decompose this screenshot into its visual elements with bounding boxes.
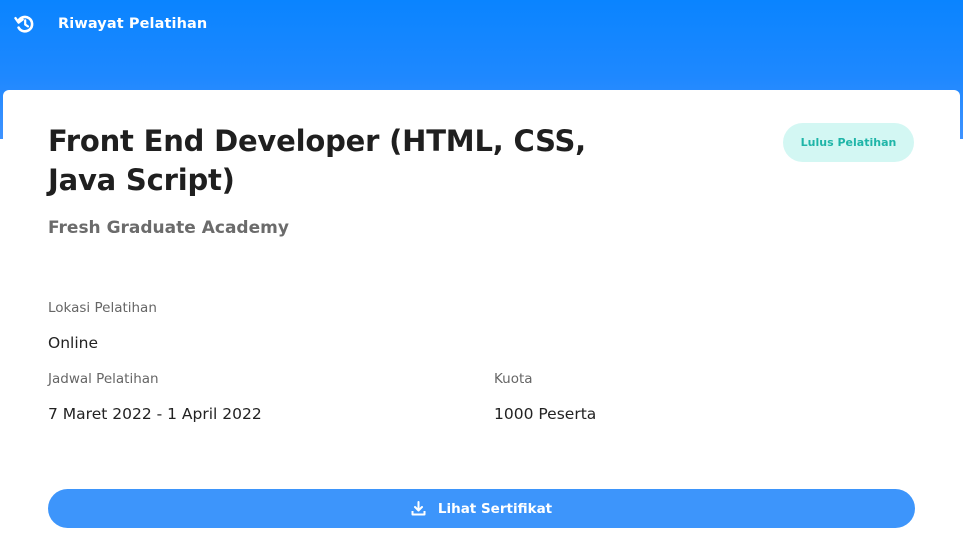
location-label: Lokasi Pelatihan (48, 300, 157, 316)
training-card: Front End Developer (HTML, CSS, Java Scr… (3, 90, 960, 550)
location-value: Online (48, 334, 98, 352)
quota-label: Kuota (494, 371, 533, 387)
quota-value: 1000 Peserta (494, 405, 597, 423)
status-badge: Lulus Pelatihan (783, 123, 914, 162)
organizer-name: Fresh Graduate Academy (48, 218, 289, 238)
history-icon[interactable] (14, 13, 36, 35)
schedule-value: 7 Maret 2022 - 1 April 2022 (48, 405, 262, 423)
download-icon (411, 501, 426, 516)
view-certificate-label: Lihat Sertifikat (437, 500, 553, 517)
header-title: Riwayat Pelatihan (58, 16, 208, 32)
header-bar: Riwayat Pelatihan (14, 10, 207, 38)
view-certificate-button[interactable]: Lihat Sertifikat (48, 489, 915, 528)
schedule-label: Jadwal Pelatihan (48, 371, 159, 387)
course-title: Front End Developer (HTML, CSS, Java Scr… (48, 124, 586, 197)
